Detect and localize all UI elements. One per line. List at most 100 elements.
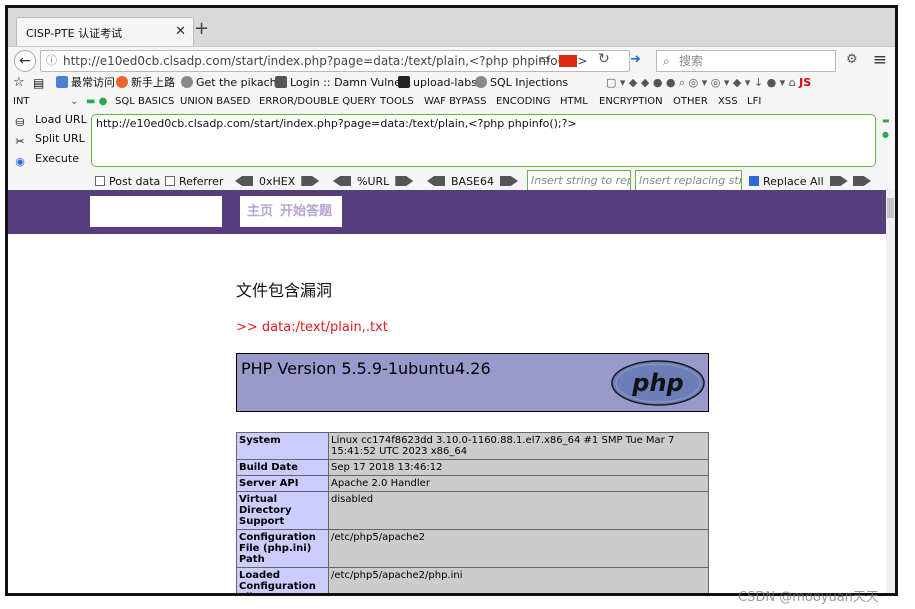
reload-icon[interactable]: ↻ bbox=[598, 51, 610, 67]
menu-xss[interactable]: XSS bbox=[718, 94, 738, 110]
url-encode-button[interactable]: %URL bbox=[333, 173, 414, 191]
hex-encode-button[interactable]: 0xHEX bbox=[235, 173, 320, 191]
page-title: 文件包含漏洞 bbox=[236, 281, 333, 300]
extensions-icons[interactable]: ▢ ▾ ◆ ◆ ● ● ⌕ ◎ ▾ ◎ ▾ ◆ ▾ ↓ ● ▾ ⌂ JS bbox=[606, 74, 811, 92]
table-row: Loaded Configuration File/etc/php5/apach… bbox=[236, 567, 709, 593]
php-logo-icon: php bbox=[611, 360, 705, 406]
insert-string-input[interactable]: Insert string to replace bbox=[527, 170, 631, 192]
table-value: /etc/php5/apache2/php.ini bbox=[328, 567, 709, 593]
right-arrow-icon bbox=[829, 176, 848, 186]
checkbox-icon bbox=[95, 176, 105, 186]
bookmarks-toolbar: ☆ ▤ 最常访问 新手上路 Get the pikachu Login :: D… bbox=[8, 74, 895, 94]
replace-arrow-button[interactable] bbox=[847, 173, 871, 191]
tab-title: CISP-PTE 认证考试 bbox=[26, 27, 123, 40]
bookmark-item[interactable]: 最常访问 bbox=[56, 74, 115, 92]
site-nav: 主页 开始答题 bbox=[240, 196, 342, 227]
table-key: Virtual Directory Support bbox=[236, 491, 329, 530]
green-dot-icon: ▬ bbox=[882, 116, 890, 125]
hamburger-menu-icon[interactable]: ≡ bbox=[873, 50, 887, 70]
execute-icon: ◉ bbox=[15, 155, 25, 168]
star-icon[interactable]: ☆ bbox=[13, 74, 25, 92]
svg-text:php: php bbox=[631, 369, 683, 397]
menu-tools[interactable]: TOOLS bbox=[380, 94, 414, 110]
split-url-button[interactable]: ✂ Split URL bbox=[13, 132, 84, 149]
table-key: System bbox=[236, 432, 329, 460]
nav-start-link[interactable]: 开始答题 bbox=[280, 204, 332, 219]
right-arrow-icon bbox=[500, 176, 519, 186]
bookmark-item[interactable]: SQL Injections bbox=[475, 74, 568, 92]
search-input[interactable]: ⌕ 搜索 bbox=[656, 50, 836, 72]
left-arrow-icon bbox=[427, 176, 445, 186]
table-value: Linux cc174f8623dd 3.10.0-1160.88.1.el7.… bbox=[328, 432, 709, 460]
left-arrow-icon bbox=[333, 176, 351, 186]
hackbar-menu: INT ⌄ ▬ ● SQL BASICS UNION BASED ERROR/D… bbox=[8, 94, 895, 110]
menu-lfi[interactable]: LFI bbox=[747, 94, 761, 110]
new-tab-button[interactable]: + bbox=[194, 18, 209, 39]
reader-view-icon[interactable]: ▭ bbox=[538, 52, 550, 67]
nav-home-link[interactable]: 主页 bbox=[247, 204, 273, 219]
right-arrow-icon bbox=[853, 176, 871, 186]
replace-all-checkbox[interactable]: Replace All bbox=[749, 173, 848, 191]
left-arrow-icon bbox=[235, 176, 253, 186]
dvwa-icon bbox=[275, 76, 287, 88]
table-row: Configuration File (php.ini) Path/etc/ph… bbox=[236, 529, 709, 568]
menu-union-based[interactable]: UNION BASED bbox=[180, 94, 250, 110]
checkbox-checked-icon bbox=[749, 176, 759, 186]
page-scrollbar[interactable] bbox=[886, 190, 895, 593]
firefox-icon bbox=[116, 76, 128, 88]
library-icon[interactable]: ▤ bbox=[33, 74, 44, 92]
extension-gear-icon[interactable]: ⚙ bbox=[846, 52, 858, 67]
menu-sql-basics[interactable]: SQL BASICS bbox=[115, 94, 174, 110]
green-dots-icon: ▬ ● bbox=[86, 96, 108, 107]
upload-icon bbox=[398, 76, 410, 88]
table-value: Sep 17 2018 13:46:12 bbox=[328, 459, 709, 476]
close-tab-icon[interactable]: ✕ bbox=[175, 24, 186, 39]
phpinfo-header: PHP Version 5.5.9-1ubuntu4.26 php bbox=[236, 353, 709, 412]
menu-error-double-query[interactable]: ERROR/DOUBLE QUERY bbox=[259, 94, 376, 110]
bookmark-item[interactable]: Login :: Damn Vulne... bbox=[275, 74, 412, 92]
level-select[interactable]: INT bbox=[13, 94, 30, 110]
table-value: Apache 2.0 Handler bbox=[328, 475, 709, 492]
bookmark-item[interactable]: upload-labs bbox=[398, 74, 477, 92]
include-path-text: >> data:/text/plain,.txt bbox=[236, 320, 388, 335]
bookmark-item[interactable]: 新手上路 bbox=[116, 74, 175, 92]
table-row: System Linux cc174f8623dd 3.10.0-1160.88.… bbox=[236, 432, 709, 460]
menu-encoding[interactable]: ENCODING bbox=[496, 94, 551, 110]
hackbar-panel: ⛁ Load URL ✂ Split URL ◉ Execute http://e10… bbox=[8, 110, 895, 192]
execute-button[interactable]: ◉ Execute bbox=[13, 152, 79, 169]
back-button[interactable]: ← bbox=[14, 50, 36, 72]
browser-window: CISP-PTE 认证考试 ✕ + ← ⓘ http://e10ed0cb.cl… bbox=[5, 5, 898, 596]
php-version: PHP Version 5.5.9-1ubuntu4.26 bbox=[241, 359, 491, 378]
chevron-down-icon[interactable]: ⌄ bbox=[70, 94, 78, 110]
phpinfo-table: System Linux cc174f8623dd 3.10.0-1160.88.… bbox=[236, 432, 709, 593]
table-key: Build Date bbox=[236, 459, 329, 476]
replacing-string-input[interactable]: Insert replacing string bbox=[635, 170, 742, 192]
load-url-icon: ⛁ bbox=[15, 116, 25, 129]
info-icon[interactable]: ⓘ bbox=[46, 51, 57, 71]
bookmark-item[interactable]: Get the pikachu bbox=[181, 74, 284, 92]
referrer-checkbox[interactable]: Referrer bbox=[165, 173, 223, 191]
menu-other[interactable]: OTHER bbox=[673, 94, 708, 110]
right-arrow-icon bbox=[395, 176, 414, 186]
table-value: /etc/php5/apache2 bbox=[328, 529, 709, 568]
search-placeholder: 搜索 bbox=[679, 54, 704, 68]
table-value: disabled bbox=[328, 491, 709, 530]
menu-encryption[interactable]: ENCRYPTION bbox=[599, 94, 663, 110]
browser-tab[interactable]: CISP-PTE 认证考试 ✕ bbox=[16, 17, 194, 46]
base64-encode-button[interactable]: BASE64 bbox=[427, 173, 519, 191]
menu-html[interactable]: HTML bbox=[560, 94, 588, 110]
site-logo bbox=[90, 196, 222, 227]
load-url-button[interactable]: ⛁ Load URL bbox=[13, 113, 86, 130]
site-header: 主页 开始答题 bbox=[8, 190, 886, 234]
menu-waf-bypass[interactable]: WAF BYPASS bbox=[424, 94, 486, 110]
table-key: Server API bbox=[236, 475, 329, 492]
scrollbar-thumb[interactable] bbox=[887, 198, 894, 218]
hackbar-url-textarea[interactable]: http://e10ed0cb.clsadp.com/start/index.p… bbox=[91, 114, 876, 167]
search-icon: ⌕ bbox=[663, 54, 670, 68]
post-data-checkbox[interactable]: Post data bbox=[95, 173, 160, 191]
extension-arrow-icon[interactable]: ➜ bbox=[630, 52, 641, 67]
split-url-icon: ✂ bbox=[15, 135, 25, 148]
address-url: http://e10ed0cb.clsadp.com/start/index.p… bbox=[63, 54, 588, 68]
navigation-bar: ← ⓘ http://e10ed0cb.clsadp.com/start/ind… bbox=[8, 46, 895, 74]
table-row: Server API Apache 2.0 Handler bbox=[236, 475, 709, 492]
